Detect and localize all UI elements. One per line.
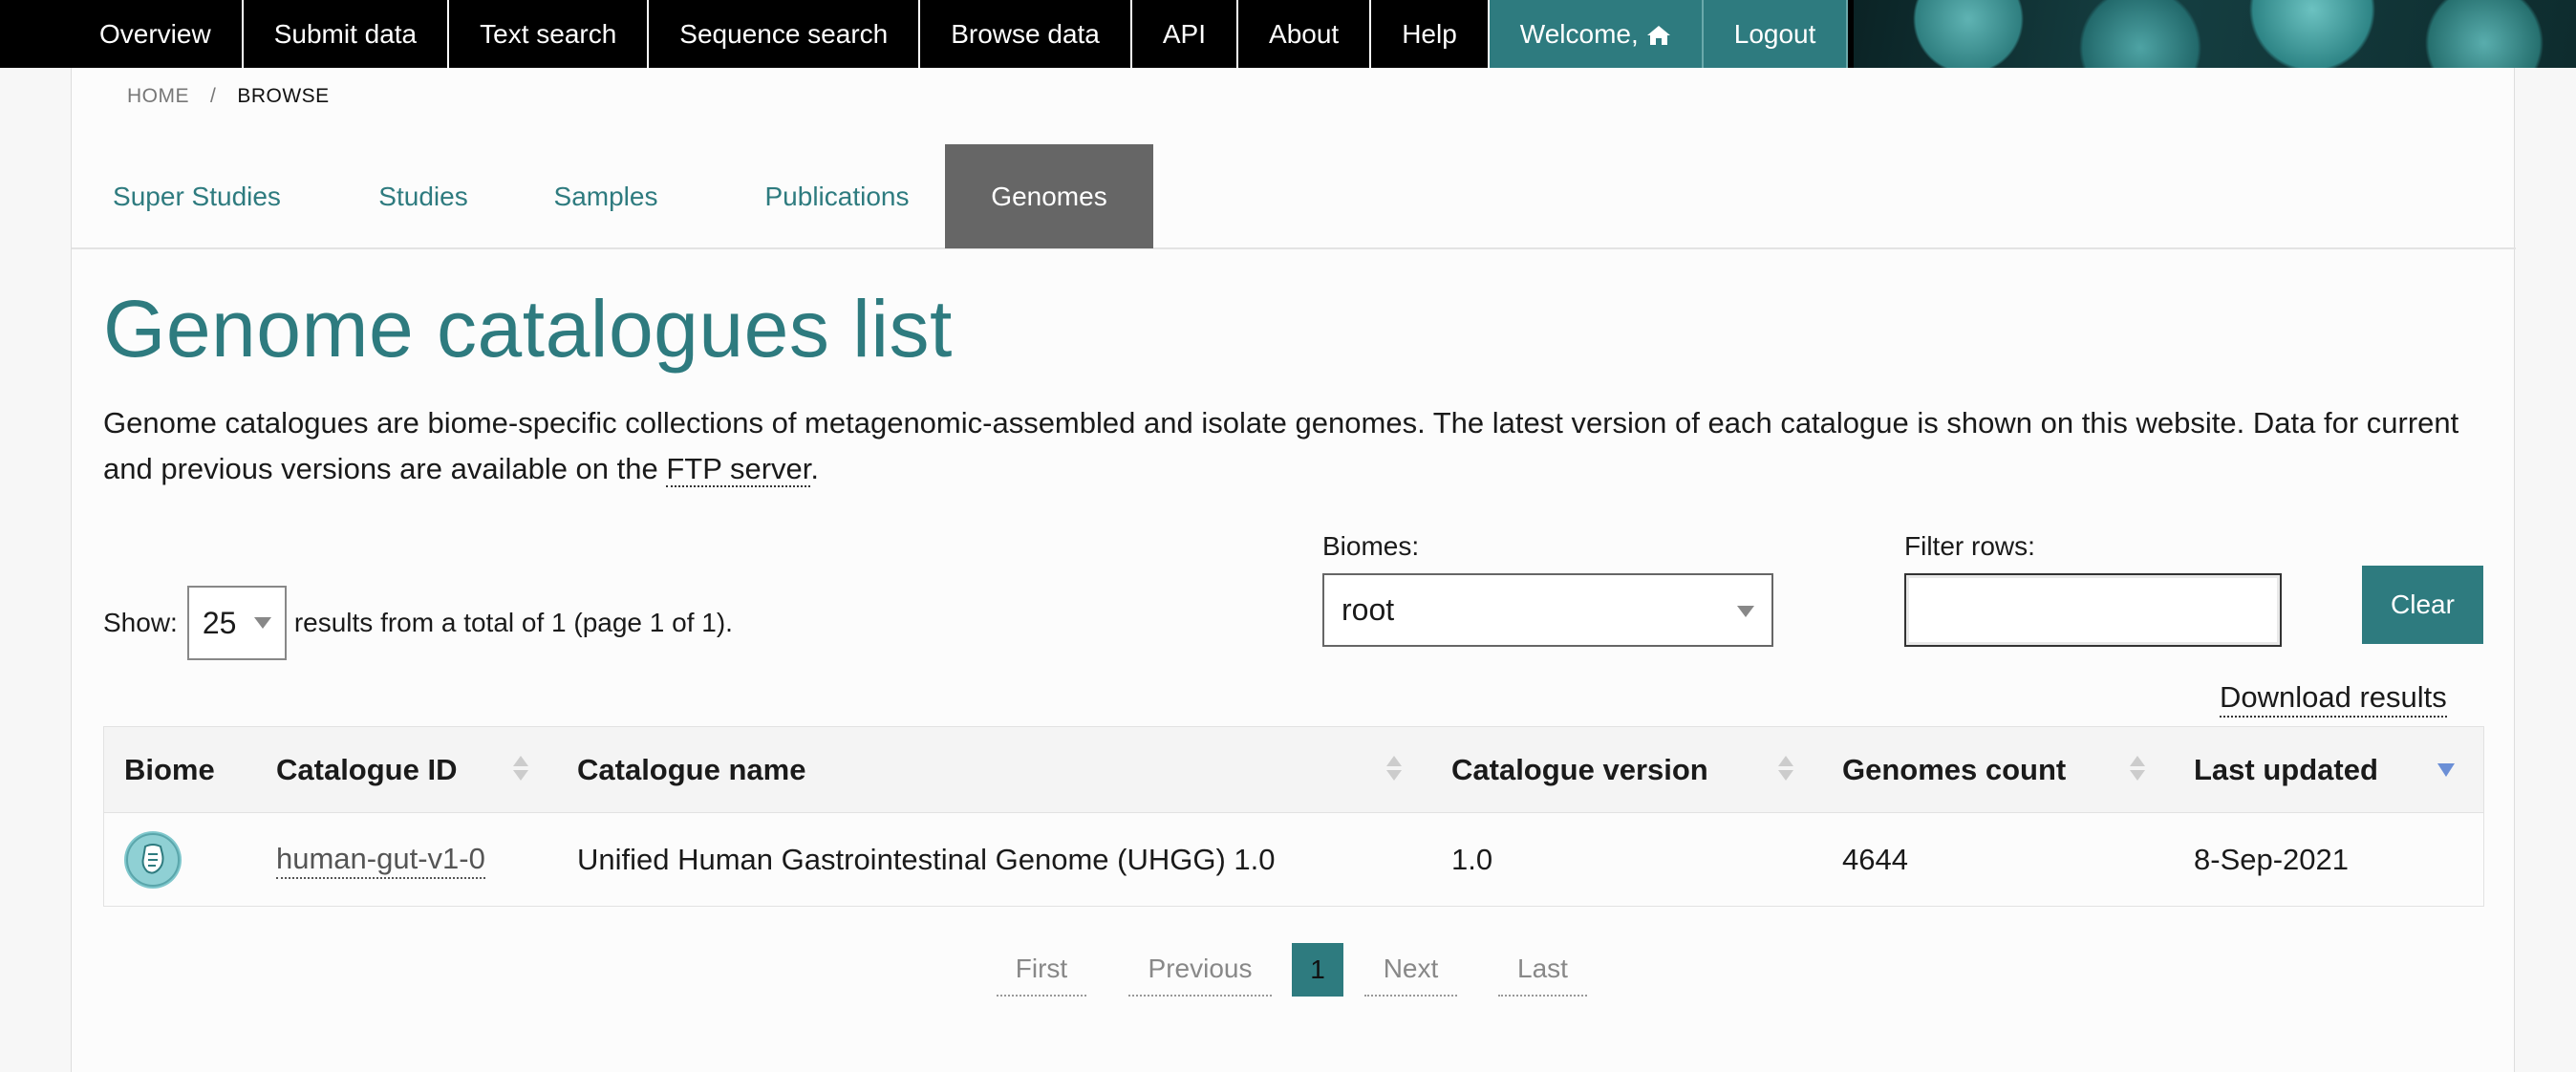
page-size-control: Show: 25 results from a total of 1 (page… (103, 586, 733, 660)
page-size-select[interactable]: 25 (186, 586, 287, 660)
breadcrumb-current: BROWSE (237, 85, 330, 107)
header-catalogue-name[interactable]: Catalogue name (577, 727, 805, 812)
sort-icon[interactable] (2130, 756, 2145, 784)
nav-overview[interactable]: Overview (75, 0, 244, 68)
nav-text-search[interactable]: Text search (449, 0, 650, 68)
ftp-server-link[interactable]: FTP server (666, 452, 811, 487)
tab-studies[interactable]: Studies (353, 144, 494, 248)
nav-help[interactable]: Help (1371, 0, 1490, 68)
sort-icon[interactable] (1386, 756, 1402, 784)
table-header: Biome Catalogue ID Catalogue name Catalo… (104, 727, 2483, 813)
pagination-first[interactable]: First (997, 943, 1086, 997)
logout-button[interactable]: Logout (1703, 0, 1849, 68)
sort-icon[interactable] (513, 756, 528, 784)
breadcrumb-separator: / (210, 85, 217, 107)
intro-end: . (810, 452, 820, 485)
catalogue-id-cell: human-gut-v1-0 (276, 813, 485, 906)
banner-image (1854, 0, 2576, 68)
tab-samples[interactable]: Samples (526, 144, 685, 248)
sort-descending-icon[interactable] (2437, 763, 2455, 777)
nav-api[interactable]: API (1132, 0, 1239, 68)
browse-tabs: Super Studies Studies Samples Publicatio… (72, 144, 2516, 249)
genomes-count-cell: 4644 (1842, 842, 1908, 876)
intro-paragraph: Genome catalogues are biome-specific col… (103, 400, 2473, 492)
filter-rows-label: Filter rows: (1904, 531, 2035, 561)
human-digestive-icon (124, 830, 182, 889)
breadcrumb-home[interactable]: HOME (127, 85, 189, 107)
welcome-label: Welcome, (1519, 18, 1639, 49)
header-catalogue-version[interactable]: Catalogue version (1451, 727, 1708, 812)
biomes-label: Biomes: (1322, 531, 1420, 561)
page-size-value: 25 (202, 605, 237, 640)
nav-sequence-search[interactable]: Sequence search (649, 0, 921, 68)
biome-select-value: root (1342, 592, 1395, 627)
catalogue-version-cell: 1.0 (1451, 842, 1493, 876)
biome-select[interactable]: root (1322, 573, 1773, 647)
header-catalogue-id[interactable]: Catalogue ID (276, 727, 457, 812)
filter-rows-input[interactable] (1904, 573, 2282, 647)
chevron-down-icon (253, 617, 271, 629)
breadcrumb: HOME / BROWSE (127, 85, 330, 108)
sort-icon[interactable] (1778, 756, 1793, 784)
pagination: First Previous 1 Next Last (72, 943, 2516, 1000)
nav-browse-data[interactable]: Browse data (920, 0, 1132, 68)
pagination-last[interactable]: Last (1498, 943, 1587, 997)
catalogue-id-link[interactable]: human-gut-v1-0 (276, 841, 485, 879)
genome-catalogues-table: Biome Catalogue ID Catalogue name Catalo… (103, 726, 2484, 907)
header-last-updated[interactable]: Last updated (2194, 727, 2378, 812)
page-title: Genome catalogues list (103, 284, 953, 374)
nav-submit-data[interactable]: Submit data (244, 0, 450, 68)
main-panel: HOME / BROWSE Super Studies Studies Sample… (71, 68, 2516, 1072)
intro-text: Genome catalogues are biome-specific col… (103, 406, 2459, 485)
tab-super-studies[interactable]: Super Studies (72, 144, 322, 248)
home-icon (1646, 25, 1670, 45)
pagination-previous[interactable]: Previous (1128, 943, 1272, 997)
header-biome: Biome (124, 752, 215, 786)
tab-genomes[interactable]: Genomes (945, 144, 1153, 248)
catalogue-name-cell: Unified Human Gastrointestinal Genome (U… (577, 842, 1276, 876)
biome-cell (124, 813, 182, 906)
tab-publications[interactable]: Publications (731, 144, 943, 248)
chevron-down-icon (1737, 606, 1754, 617)
clear-button[interactable]: Clear (2362, 566, 2483, 644)
header-genomes-count[interactable]: Genomes count (1842, 727, 2066, 812)
last-updated-cell: 8-Sep-2021 (2194, 842, 2350, 876)
nav-items: Overview Submit data Text search Sequenc… (75, 0, 1849, 68)
pagination-next[interactable]: Next (1364, 943, 1457, 997)
table-row: human-gut-v1-0 Unified Human Gastrointes… (104, 813, 2483, 906)
results-summary: results from a total of 1 (page 1 of 1). (293, 608, 733, 637)
show-label: Show: (103, 608, 178, 637)
download-results-link[interactable]: Download results (2220, 679, 2447, 718)
nav-welcome[interactable]: Welcome, (1489, 0, 1704, 68)
nav-about[interactable]: About (1238, 0, 1372, 68)
pagination-current-page[interactable]: 1 (1292, 943, 1343, 997)
top-navigation: Overview Submit data Text search Sequenc… (0, 0, 2576, 68)
